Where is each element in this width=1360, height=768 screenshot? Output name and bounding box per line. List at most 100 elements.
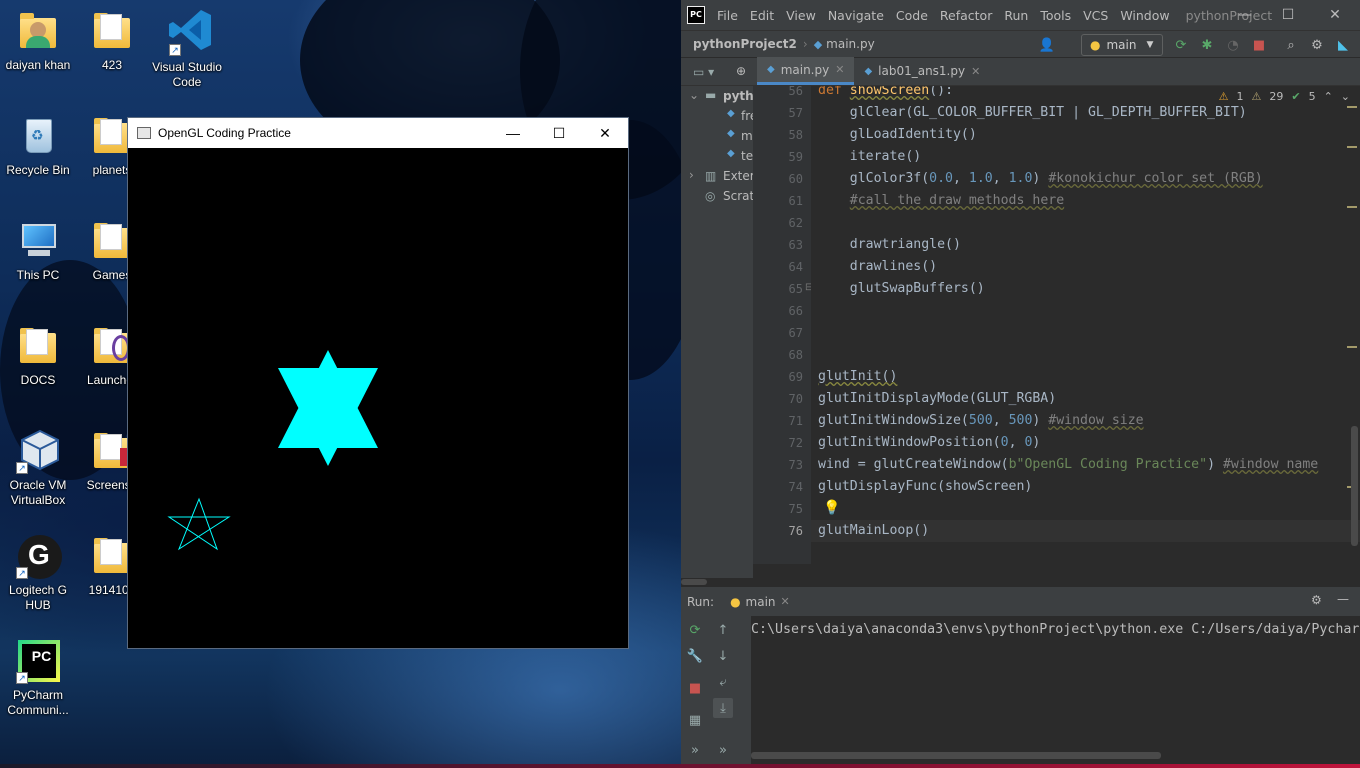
desktop-icon-recycle-bin[interactable]: ♻ Recycle Bin bbox=[0, 115, 76, 178]
run-config-select[interactable]: ● main ▼ bbox=[1081, 34, 1163, 56]
run-config-label: main bbox=[1106, 38, 1137, 52]
menu-run[interactable]: Run bbox=[1004, 8, 1028, 23]
close-tab-icon[interactable]: ✕ bbox=[971, 65, 980, 78]
search-icon[interactable]: ⌕ bbox=[1283, 37, 1299, 53]
rerun-icon[interactable]: ⟳ bbox=[685, 620, 705, 640]
arrow-up-icon[interactable]: ↑ bbox=[713, 620, 733, 640]
tab-lab01-ans1-py[interactable]: ◆ lab01_ans1.py ✕ bbox=[854, 57, 990, 85]
toolbox-icon[interactable]: ◣ bbox=[1335, 37, 1351, 53]
stop-icon[interactable]: ■ bbox=[685, 678, 705, 698]
hide-panel-icon[interactable]: — bbox=[1337, 592, 1349, 606]
line-number: 73 bbox=[788, 458, 803, 472]
warning-count: 1 bbox=[1236, 90, 1244, 103]
menu-refactor[interactable]: Refactor bbox=[940, 8, 992, 23]
coverage-icon[interactable]: ◔ bbox=[1225, 37, 1241, 53]
desktop-icon-label: Visual Studio Code bbox=[152, 60, 222, 89]
breadcrumb-project[interactable]: pythonProject2 bbox=[693, 37, 797, 51]
folder-icon: ▬ bbox=[705, 88, 717, 102]
desktop-icon-label: This PC bbox=[16, 268, 60, 282]
tree-item-file[interactable]: fre bbox=[741, 109, 753, 123]
wrench-icon[interactable]: 🔧 bbox=[685, 646, 705, 666]
gear-icon[interactable]: ⚙ bbox=[1309, 37, 1325, 53]
gear-icon[interactable]: ⚙ bbox=[1311, 593, 1322, 607]
python-file-icon: ◆ bbox=[864, 65, 873, 77]
maximize-button[interactable]: ☐ bbox=[536, 118, 582, 148]
close-button[interactable]: ✕ bbox=[582, 118, 628, 148]
menu-view[interactable]: View bbox=[786, 8, 816, 23]
python-file-icon: ◆ bbox=[813, 37, 823, 51]
desktop-icon-vscode[interactable]: ↗ Visual Studio Code bbox=[149, 6, 225, 90]
menu-window[interactable]: Window bbox=[1120, 8, 1169, 23]
desktop-icon-user[interactable]: daiyan khan bbox=[0, 10, 76, 73]
expand-icon[interactable]: › bbox=[689, 168, 694, 182]
line-number: 72 bbox=[788, 436, 803, 450]
inspection-widget[interactable]: ⚠ 1 ⚠ 29 ✔ 5 ⌃ ⌄ bbox=[1219, 90, 1350, 103]
taskbar-edge bbox=[0, 764, 1360, 768]
python-file-icon: ◆ bbox=[727, 128, 735, 139]
chevron-down-icon[interactable]: ⌄ bbox=[1341, 90, 1350, 103]
weak-warning-icon: ⚠ bbox=[1251, 90, 1262, 103]
pycharm-window[interactable]: PC File Edit View Navigate Code Refactor… bbox=[681, 0, 1360, 764]
menu-vcs[interactable]: VCS bbox=[1083, 8, 1108, 23]
collapse-icon[interactable]: ⌄ bbox=[689, 88, 699, 102]
console-horizontal-scrollbar[interactable] bbox=[751, 752, 1161, 759]
app-icon bbox=[137, 127, 151, 139]
debug-icon[interactable]: ✱ bbox=[1199, 37, 1215, 53]
run-tab-main[interactable]: ● main ✕ bbox=[730, 595, 790, 609]
run-tab-label: main bbox=[745, 594, 776, 609]
code-editor[interactable]: ⚠ 1 ⚠ 29 ✔ 5 ⌃ ⌄ def showScreen(): glClear(… bbox=[811, 86, 1360, 564]
menu-file[interactable]: File bbox=[717, 8, 738, 23]
project-tree: ⌄ ▬ pytho ◆ fre ◆ m ◆ te › ▥ Extern ◎ Sc… bbox=[681, 86, 753, 578]
editor-vertical-scrollbar[interactable] bbox=[1351, 426, 1358, 546]
more-icon[interactable]: » bbox=[685, 740, 705, 760]
desktop-icon-logitech[interactable]: G ↗ Logitech G HUB bbox=[0, 533, 76, 613]
desktop-icon-folder-docs[interactable]: DOCS bbox=[0, 325, 76, 388]
editor-horizontal-scrollbar[interactable] bbox=[681, 578, 1360, 586]
error-stripe-mark bbox=[1347, 206, 1357, 208]
scroll-to-end-icon[interactable]: ⤓ bbox=[713, 698, 733, 718]
close-tab-icon[interactable]: ✕ bbox=[835, 63, 844, 76]
code-line: glutInitWindowPosition(0, 0) bbox=[818, 435, 1041, 450]
tab-main-py[interactable]: ◆ main.py ✕ bbox=[757, 57, 855, 85]
tree-item-external-libraries[interactable]: Extern bbox=[723, 169, 753, 183]
close-tab-icon[interactable]: ✕ bbox=[781, 595, 790, 608]
menu-code[interactable]: Code bbox=[896, 8, 928, 23]
layout-icon[interactable]: ▦ bbox=[685, 710, 705, 730]
close-button[interactable]: ✕ bbox=[1312, 0, 1358, 30]
chevron-up-icon[interactable]: ⌃ bbox=[1324, 90, 1333, 103]
desktop-icon-pycharm[interactable]: PC ↗ PyCharm Communi... bbox=[0, 638, 76, 718]
tree-item-file[interactable]: te bbox=[741, 149, 753, 163]
project-view-icon[interactable]: ▭ ▾ bbox=[693, 65, 714, 79]
desktop-icon-this-pc[interactable]: This PC bbox=[0, 220, 76, 283]
code-line: drawlines() bbox=[818, 259, 938, 274]
menu-edit[interactable]: Edit bbox=[750, 8, 774, 23]
desktop-icon-folder-423[interactable]: 423 bbox=[74, 10, 150, 73]
crosshair-icon[interactable]: ⊕ bbox=[736, 64, 746, 78]
opengl-window-titlebar[interactable]: OpenGL Coding Practice — ☐ ✕ bbox=[128, 118, 628, 148]
tree-item-scratches[interactable]: Scratc bbox=[723, 189, 753, 203]
lightbulb-icon[interactable]: 💡 bbox=[823, 500, 840, 516]
breadcrumb-file[interactable]: main.py bbox=[826, 37, 875, 51]
stop-icon[interactable]: ■ bbox=[1251, 37, 1267, 53]
code-line: glutInitWindowSize(500, 500) #window siz… bbox=[818, 413, 1144, 428]
menu-tools[interactable]: Tools bbox=[1040, 8, 1071, 23]
soft-wrap-icon[interactable]: ⤶ bbox=[713, 672, 733, 692]
line-number: 62 bbox=[788, 216, 803, 230]
opengl-window[interactable]: OpenGL Coding Practice — ☐ ✕ bbox=[127, 117, 629, 649]
minimize-button[interactable]: — bbox=[1222, 0, 1268, 30]
tree-item-project[interactable]: pytho bbox=[723, 89, 753, 103]
python-file-icon: ◆ bbox=[727, 108, 735, 119]
user-icon[interactable]: 👤 bbox=[1039, 37, 1055, 53]
menu-navigate[interactable]: Navigate bbox=[828, 8, 884, 23]
code-line: drawtriangle() bbox=[818, 237, 961, 252]
more-icon[interactable]: » bbox=[713, 740, 733, 760]
rerun-icon[interactable]: ⟳ bbox=[1173, 37, 1189, 53]
desktop-icon-virtualbox[interactable]: ↗ Oracle VM VirtualBox bbox=[0, 428, 76, 508]
minimize-button[interactable]: — bbox=[490, 118, 536, 148]
console-output[interactable]: C:\Users\daiya\anaconda3\envs\pythonProj… bbox=[751, 616, 1360, 764]
maximize-button[interactable]: ☐ bbox=[1265, 0, 1311, 30]
code-line: glutSwapBuffers() bbox=[818, 281, 985, 296]
tree-item-file[interactable]: m bbox=[741, 129, 753, 143]
arrow-down-icon[interactable]: ↓ bbox=[713, 646, 733, 666]
opengl-canvas[interactable] bbox=[128, 148, 628, 648]
